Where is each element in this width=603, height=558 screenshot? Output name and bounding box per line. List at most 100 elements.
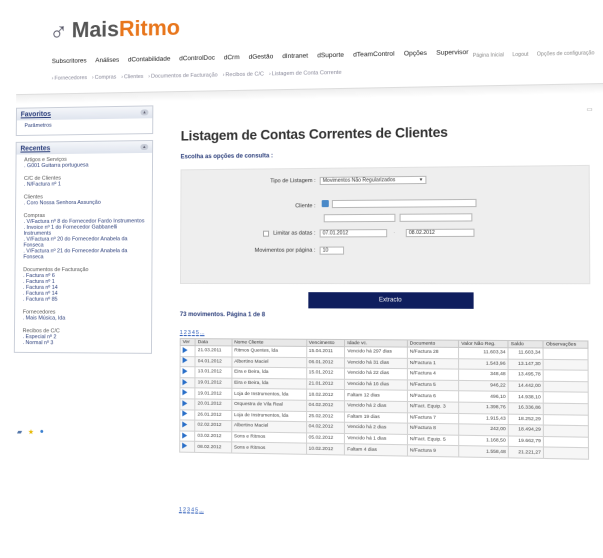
recent-group-cc-clientes: C/C de Clientes . N/Factura nº 1 [24, 175, 147, 188]
nav-analises[interactable]: Análises [95, 57, 119, 64]
nav-dgestao[interactable]: dGestão [249, 53, 274, 61]
recent-item[interactable]: . Mais Música, lda [23, 315, 147, 321]
table-cell: 18.252,29 [508, 414, 543, 426]
view-row-cell[interactable] [180, 409, 195, 420]
recent-item[interactable]: . V/Factura nº 21 do Fornecedor Anabela … [23, 248, 146, 260]
subnav-fornecedores[interactable]: Fornecedores [52, 75, 87, 82]
table-cell: N/Factura 28 [407, 347, 459, 358]
recent-item[interactable]: . Invoice nº 1 do Fornecedor Gabbanelli … [23, 224, 146, 236]
favoritos-title[interactable]: Favoritos [21, 111, 51, 118]
table-cell: N/Factura 5 [407, 380, 459, 391]
subnav-recibos-cc[interactable]: Recibos de C/C [223, 71, 264, 78]
link-pagina-inicial[interactable]: Página Inicial [473, 52, 504, 59]
play-icon[interactable] [183, 347, 188, 353]
nav-dsuporte[interactable]: dSuporte [317, 52, 344, 60]
export-icon[interactable]: ▰ [17, 428, 22, 436]
subnav-clientes[interactable]: Clientes [121, 74, 143, 80]
recentes-title[interactable]: Recentes [20, 145, 50, 152]
view-row-cell[interactable] [180, 377, 195, 388]
view-row-cell[interactable] [180, 346, 195, 357]
page-link[interactable]: 4 [191, 507, 194, 513]
subnav-documentos-facturacao[interactable]: Documentos de Facturação [148, 72, 217, 79]
play-icon[interactable] [182, 411, 187, 417]
link-logout[interactable]: Logout [512, 52, 528, 58]
table-cell: 25.02.2012 [306, 411, 345, 422]
nav-dteamcontrol[interactable]: dTeamControl [353, 51, 394, 59]
movements-table: Ver Data Nome Cliente Vencimento Idade v… [179, 338, 589, 460]
table-cell: 04.01.2012 [195, 356, 231, 367]
table-cell: 16.336,86 [508, 403, 543, 414]
date-from-input[interactable]: 07.01.2012 [320, 229, 388, 237]
recent-item[interactable]: . Coro Nossa Senhora Assunção [24, 199, 147, 206]
view-row-cell[interactable] [180, 356, 195, 367]
play-icon[interactable] [183, 358, 188, 364]
tipo-select[interactable]: Movimentos Não Regularizados ▾ [320, 176, 427, 185]
table-cell: 13.495,78 [508, 370, 543, 381]
link-opcoes-configuracao[interactable]: Opções de configuração [537, 50, 595, 57]
play-icon[interactable] [182, 443, 187, 449]
table-cell [544, 425, 589, 437]
view-row-cell[interactable] [180, 441, 195, 452]
collapse-icon[interactable]: ▴ [140, 144, 148, 150]
nav-dcrm[interactable]: dCrm [224, 54, 240, 61]
help-icon[interactable]: ● [40, 428, 44, 436]
table-cell [543, 392, 588, 404]
page-link[interactable]: ... [199, 508, 204, 514]
favorite-star-icon[interactable]: ★ [28, 428, 34, 436]
page-link[interactable]: 2 [183, 507, 186, 513]
play-icon[interactable] [182, 379, 187, 385]
view-row-cell[interactable] [180, 367, 195, 378]
play-icon[interactable] [183, 368, 188, 374]
calendar-icon[interactable]: · [393, 230, 395, 236]
subnav-listagem-conta-corrente[interactable]: Listagem de Conta Corrente [269, 70, 342, 77]
table-cell: 15.04.2011 [306, 346, 345, 357]
nav-opcoes[interactable]: Opções [404, 50, 427, 58]
page-link[interactable]: 3 [187, 507, 190, 513]
page-link[interactable]: 4 [192, 330, 195, 336]
movs-per-page-input[interactable]: 10 [320, 247, 344, 255]
page-link[interactable]: 1 [180, 330, 183, 336]
limit-dates-checkbox[interactable] [263, 231, 269, 237]
recent-item[interactable]: . N/Factura nº 1 [24, 181, 147, 188]
favorito-item[interactable]: Parâmetros [24, 121, 147, 129]
page-link[interactable]: 2 [184, 330, 187, 336]
view-row-cell[interactable] [180, 420, 195, 431]
maximize-icon[interactable]: ▭ [587, 106, 593, 113]
view-row-cell[interactable] [180, 399, 195, 410]
cliente-code-input[interactable] [332, 199, 477, 208]
page-link[interactable]: 5 [196, 330, 199, 336]
play-icon[interactable] [182, 389, 187, 395]
logo[interactable]: ♂ MaisRitmo [49, 15, 180, 44]
page-link[interactable]: ... [200, 330, 205, 336]
page-link[interactable]: 3 [188, 330, 191, 336]
app-window: ♂ MaisRitmo Página Inicial Logout Opções… [2, 0, 603, 558]
table-cell: 14.442,00 [508, 381, 543, 392]
recent-item[interactable]: . V/Factura nº 20 do Fornecedor Anabela … [23, 236, 146, 248]
table-cell: 02.02.2012 [195, 420, 231, 431]
collapse-icon[interactable]: ▴ [141, 109, 149, 115]
cliente-extra-input[interactable] [400, 213, 473, 222]
nav-subscritores[interactable]: Subscritores [52, 58, 87, 66]
page-link[interactable]: 5 [195, 507, 198, 513]
extract-button[interactable]: Extracto [308, 292, 473, 309]
table-cell: Vencido há 297 dias [345, 347, 407, 358]
subnav-compras[interactable]: Compras [92, 75, 116, 81]
recent-item[interactable]: . Normal nº 3 [23, 340, 147, 347]
search-icon[interactable] [322, 200, 329, 207]
cliente-label: Cliente : [221, 203, 316, 210]
recent-item[interactable]: . Factura nº 85 [23, 297, 146, 303]
nav-dcontabilidade[interactable]: dContabilidade [128, 56, 170, 64]
view-row-cell[interactable] [180, 388, 195, 399]
play-icon[interactable] [182, 432, 187, 438]
table-cell: 11.603,34 [508, 348, 543, 359]
nav-supervisor[interactable]: Supervisor [436, 49, 468, 57]
play-icon[interactable] [182, 421, 187, 427]
play-icon[interactable] [182, 400, 187, 406]
date-to-input[interactable]: 08.02.2012 [406, 229, 475, 237]
recent-item[interactable]: . G001 Guitarra portuguesa [24, 162, 147, 169]
cliente-name-input[interactable] [324, 214, 396, 223]
page-link[interactable]: 1 [179, 507, 182, 513]
nav-dintranet[interactable]: dIntranet [282, 53, 308, 61]
nav-dcontroldoc[interactable]: dControlDoc [179, 55, 215, 63]
view-row-cell[interactable] [180, 431, 195, 442]
